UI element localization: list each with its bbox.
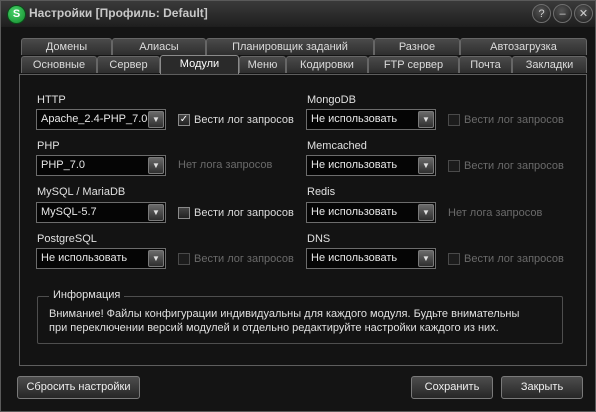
http-log-checkbox[interactable]: ✓ (178, 114, 190, 126)
memcached-label: Memcached (307, 140, 367, 152)
dns-log-label: Вести лог запросов (464, 253, 564, 265)
checkmark-icon: ✓ (179, 114, 189, 125)
postgres-select-value: Не использовать (41, 252, 128, 264)
tab-misc[interactable]: Разное (374, 38, 460, 55)
chevron-down-icon[interactable]: ▼ (148, 204, 164, 221)
memcached-log-checkbox[interactable] (448, 160, 460, 172)
help-button[interactable]: ? (532, 4, 551, 23)
memcached-select[interactable]: Не использовать ▼ (306, 155, 436, 176)
mongodb-select-value: Не использовать (311, 113, 398, 125)
memcached-select-value: Не использовать (311, 159, 398, 171)
tab-encodings[interactable]: Кодировки (286, 56, 368, 73)
tab-menu[interactable]: Меню (239, 56, 286, 73)
info-line-2: при переключении версий модулей и отдель… (49, 322, 499, 334)
mongodb-log-label: Вести лог запросов (464, 114, 564, 126)
redis-label: Redis (307, 186, 336, 198)
chevron-down-icon[interactable]: ▼ (418, 111, 434, 128)
dns-log-checkbox[interactable] (448, 253, 460, 265)
chevron-down-icon[interactable]: ▼ (418, 157, 434, 174)
window-title: Настройки [Профиль: Default] (29, 6, 208, 20)
tab-mail[interactable]: Почта (459, 56, 512, 73)
http-label: HTTP (37, 94, 66, 106)
redis-select-value: Не использовать (311, 206, 398, 218)
postgres-label: PostgreSQL (37, 233, 97, 245)
app-logo-icon: S (7, 5, 26, 24)
chevron-down-icon[interactable]: ▼ (148, 111, 164, 128)
tab-server[interactable]: Сервер (97, 56, 160, 73)
mysql-log-checkbox[interactable] (178, 207, 190, 219)
postgres-log-label: Вести лог запросов (194, 253, 294, 265)
mysql-log-label: Вести лог запросов (194, 207, 294, 219)
postgres-log-checkbox[interactable] (178, 253, 190, 265)
dns-select-value: Не использовать (311, 252, 398, 264)
http-select[interactable]: Apache_2.4-PHP_7.0- ▼ (36, 109, 166, 130)
tab-domains[interactable]: Домены (21, 38, 112, 55)
tab-aliases[interactable]: Алиасы (112, 38, 206, 55)
redis-select[interactable]: Не использовать ▼ (306, 202, 436, 223)
save-button[interactable]: Сохранить (411, 376, 493, 399)
chevron-down-icon[interactable]: ▼ (418, 250, 434, 267)
mongodb-log-checkbox[interactable] (448, 114, 460, 126)
chevron-down-icon[interactable]: ▼ (148, 250, 164, 267)
minimize-button[interactable]: – (553, 4, 572, 23)
http-select-value: Apache_2.4-PHP_7.0- (41, 113, 149, 125)
info-title: Информация (49, 289, 125, 301)
chevron-down-icon[interactable]: ▼ (418, 204, 434, 221)
tab-ftp-server[interactable]: FTP сервер (368, 56, 459, 73)
reset-settings-button[interactable]: Сбросить настройки (17, 376, 140, 399)
tab-scheduler[interactable]: Планировщик заданий (206, 38, 374, 55)
dns-label: DNS (307, 233, 331, 245)
postgres-select[interactable]: Не использовать ▼ (36, 248, 166, 269)
php-no-log-note: Нет лога запросов (178, 159, 273, 171)
mysql-select-value: MySQL-5.7 (41, 206, 97, 218)
php-select[interactable]: PHP_7.0 ▼ (36, 155, 166, 176)
title-bar[interactable]: S Настройки [Профиль: Default] ? – ✕ (1, 1, 595, 27)
redis-no-log-note: Нет лога запросов (448, 207, 543, 219)
settings-window: S Настройки [Профиль: Default] ? – ✕ Дом… (0, 0, 596, 412)
mysql-select[interactable]: MySQL-5.7 ▼ (36, 202, 166, 223)
tab-general[interactable]: Основные (21, 56, 97, 73)
php-label: PHP (37, 140, 60, 152)
tab-autostart[interactable]: Автозагрузка (460, 38, 587, 55)
info-line-1: Внимание! Файлы конфигурации индивидуаль… (49, 308, 520, 320)
mongodb-label: MongoDB (307, 94, 356, 106)
php-select-value: PHP_7.0 (41, 159, 86, 171)
tab-modules[interactable]: Модули (160, 55, 239, 74)
info-text: Внимание! Файлы конфигурации индивидуаль… (49, 307, 559, 335)
close-window-button[interactable]: ✕ (574, 4, 593, 23)
memcached-log-label: Вести лог запросов (464, 160, 564, 172)
close-button[interactable]: Закрыть (501, 376, 583, 399)
tab-bookmarks[interactable]: Закладки (512, 56, 587, 73)
dns-select[interactable]: Не использовать ▼ (306, 248, 436, 269)
http-log-label: Вести лог запросов (194, 114, 294, 126)
mongodb-select[interactable]: Не использовать ▼ (306, 109, 436, 130)
mysql-label: MySQL / MariaDB (37, 186, 126, 198)
chevron-down-icon[interactable]: ▼ (148, 157, 164, 174)
